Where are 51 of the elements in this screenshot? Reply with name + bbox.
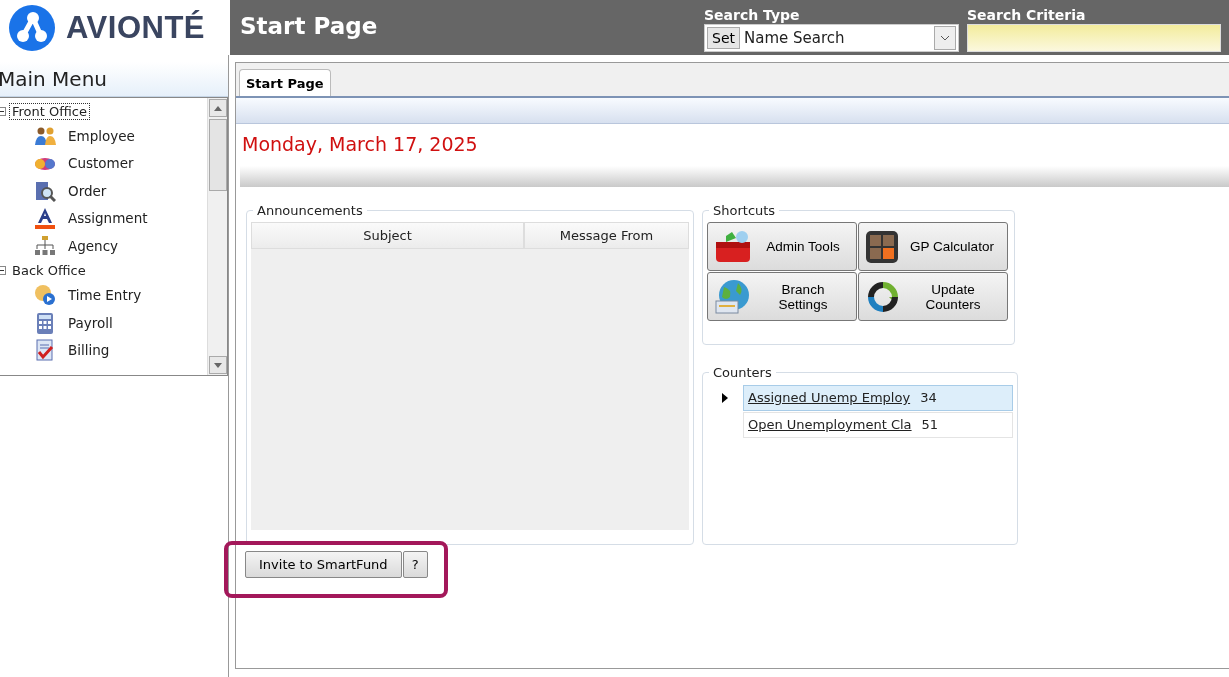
search-type-label: Search Type	[704, 6, 801, 24]
set-button[interactable]: Set	[707, 27, 740, 49]
date-heading: Monday, March 17, 2025	[241, 132, 479, 157]
menu-item-icon	[34, 234, 56, 257]
search-criteria-label: Search Criteria	[967, 6, 1087, 24]
tree-item[interactable]: Payroll	[66, 313, 115, 332]
page-title: Start Page	[240, 13, 379, 39]
tree-item[interactable]: Billing	[66, 341, 112, 360]
shortcut-button[interactable]: GP Calculator	[858, 222, 1008, 271]
scrollbar-thumb[interactable]	[208, 119, 227, 191]
tree-group-item[interactable]: Front Office	[9, 102, 90, 120]
scroll-down-icon[interactable]	[208, 356, 227, 374]
panel-title: Shortcuts	[712, 203, 777, 218]
menu-item-icon	[34, 179, 56, 202]
tree-item[interactable]: Agency	[66, 236, 121, 255]
tab[interactable]: Start Page	[239, 69, 331, 96]
invite-button[interactable]: Invite to SmartFund	[245, 551, 402, 578]
calculator-icon	[865, 229, 899, 264]
counter-value: 51	[920, 417, 939, 432]
menu-item-icon	[34, 339, 56, 362]
panel-title: Counters	[712, 365, 773, 380]
help-button[interactable]: ?	[402, 551, 428, 578]
tree-item[interactable]: Employee	[66, 126, 137, 145]
row-pointer-icon	[722, 392, 728, 403]
column-header[interactable]: Message From	[524, 222, 689, 249]
collapse-icon[interactable]	[0, 106, 6, 116]
counter-link[interactable]: Assigned Unemp Employ	[744, 390, 915, 405]
globe-icon	[714, 278, 752, 315]
logo-icon	[8, 3, 56, 52]
search-criteria-field[interactable]	[967, 24, 1221, 52]
counter-row[interactable]: Open Unemployment Cla 51	[743, 411, 1013, 438]
tree-item[interactable]: Order	[66, 181, 109, 200]
menu-item-icon	[34, 311, 56, 334]
shortcut-button[interactable]: Admin Tools	[707, 222, 857, 271]
menu-item-icon	[34, 207, 56, 230]
toolbox-icon	[714, 229, 752, 264]
tree-item[interactable]: Assignment	[66, 209, 150, 228]
panel-title: Announcements	[256, 203, 364, 218]
tree-group-item[interactable]: Back Office	[9, 262, 89, 279]
tree-item[interactable]: Customer	[66, 154, 136, 173]
menu-item-icon	[34, 284, 56, 307]
shortcut-button[interactable]: Update Counters	[858, 272, 1008, 321]
column-header[interactable]: Subject	[251, 222, 524, 249]
counter-link[interactable]: Open Unemployment Cla	[744, 417, 916, 432]
tree-item[interactable]: Time Entry	[66, 286, 144, 305]
counter-row[interactable]: Assigned Unemp Employ 34	[743, 384, 1013, 411]
shortcut-button[interactable]: Branch Settings	[707, 272, 857, 321]
counter-value: 34	[919, 390, 937, 405]
search-type-dropdown[interactable]: Set Name Search	[704, 24, 959, 52]
logo-text: AVIONTÉ	[66, 9, 205, 46]
scroll-up-icon[interactable]	[208, 99, 227, 117]
